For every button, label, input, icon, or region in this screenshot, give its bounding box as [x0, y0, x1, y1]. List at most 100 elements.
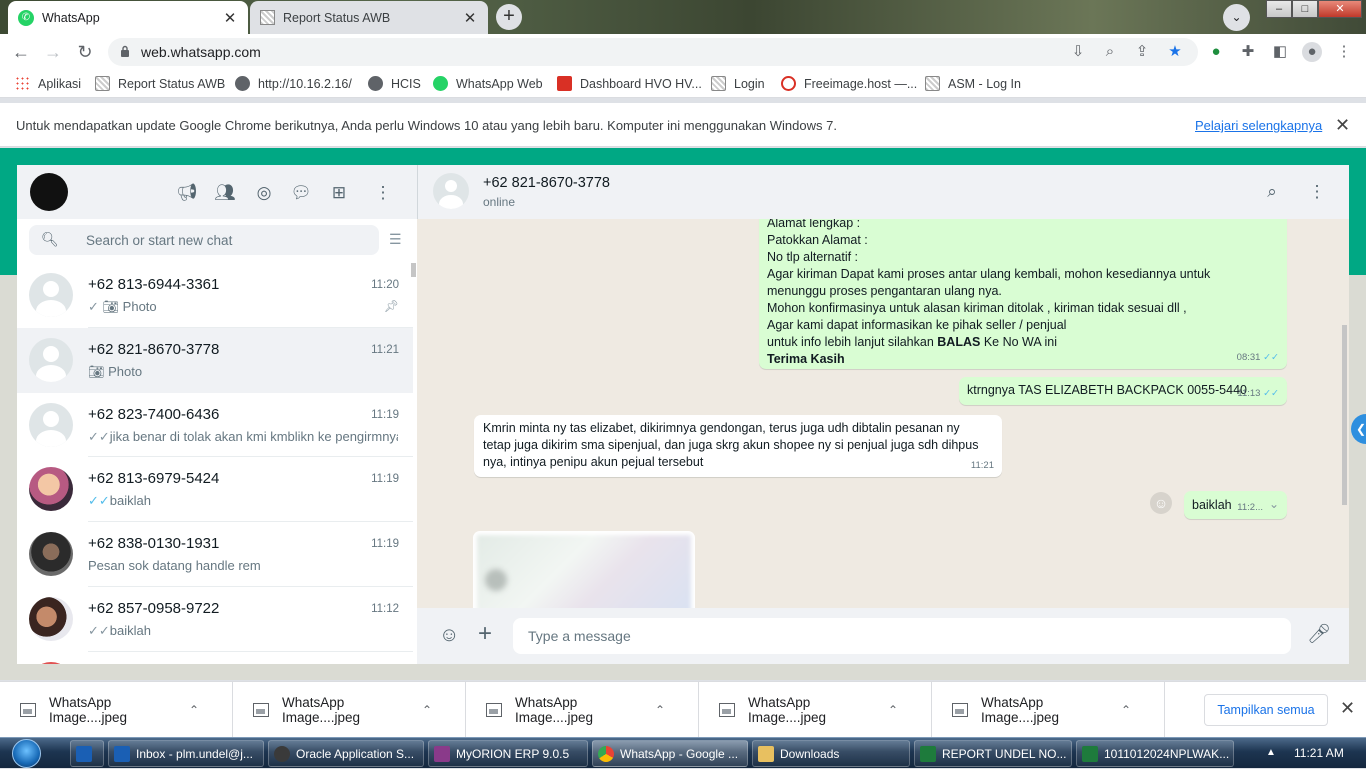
communities-icon[interactable]: 👥︎: [214, 182, 236, 204]
tab-whatsapp[interactable]: ✆ WhatsApp ✕: [8, 1, 248, 34]
react-emoji-icon[interactable]: ☺: [1150, 492, 1172, 514]
install-app-icon[interactable]: ⇩: [1068, 42, 1088, 62]
status-icon[interactable]: ◎: [253, 182, 275, 204]
chat-list-scrollbar[interactable]: [411, 263, 416, 277]
outgoing-message[interactable]: Alamat lengkap : Patokkan Alamat : No tl…: [759, 219, 1287, 369]
taskbar-item[interactable]: 1011012024NPLWAK...: [1076, 740, 1234, 767]
chat-item-partial[interactable]: [17, 651, 413, 664]
bookmark-apps[interactable]: Aplikasi: [15, 76, 81, 91]
download-item[interactable]: WhatsApp Image....jpeg ⌃: [932, 682, 1165, 738]
incoming-message[interactable]: Kmrin minta ny tas elizabet, dikirimnya …: [474, 415, 1002, 477]
my-profile-avatar[interactable]: [30, 173, 68, 211]
microphone-icon[interactable]: 🎤︎: [1307, 622, 1331, 646]
chrome-menu-icon[interactable]: ⋮: [1334, 42, 1354, 62]
search-icon[interactable]: ⌕: [1261, 181, 1283, 203]
chat-item[interactable]: +62 823-7400-6436 11:19 ✓✓jika benar di …: [17, 392, 413, 458]
minimize-button[interactable]: –: [1266, 0, 1292, 18]
back-arrow-icon[interactable]: ←: [9, 40, 33, 64]
bookmark-dashboard-hvo[interactable]: Dashboard HVO HV...: [557, 76, 702, 91]
zoom-icon[interactable]: ⌕: [1100, 42, 1120, 62]
download-item[interactable]: WhatsApp Image....jpeg ⌃: [699, 682, 932, 738]
taskbar-item[interactable]: MyORION ERP 9.0.5: [428, 740, 588, 767]
message-menu-chevron-icon[interactable]: ⌄: [1269, 496, 1279, 513]
close-downloads-icon[interactable]: ✕: [1340, 698, 1355, 719]
bookmark-asm-login[interactable]: ASM - Log In: [925, 76, 1021, 91]
bookmark-report-status-awb[interactable]: Report Status AWB: [95, 76, 225, 91]
bookmark-freeimage[interactable]: Freeimage.host —...: [781, 76, 917, 91]
outgoing-message[interactable]: ktrngnya TAS ELIZABETH BACKPACK 0055-544…: [959, 377, 1287, 405]
close-info-bar-icon[interactable]: ✕: [1335, 115, 1350, 136]
url-text: web.whatsapp.com: [141, 44, 261, 60]
share-icon[interactable]: ⇪: [1132, 42, 1152, 62]
download-item[interactable]: WhatsApp Image....jpeg ⌃: [0, 682, 233, 738]
megaphone-icon[interactable]: 📢︎: [176, 182, 198, 204]
clock[interactable]: 11:21 AM: [1294, 746, 1344, 760]
tab-search-chevron-icon[interactable]: ⌄: [1223, 4, 1250, 31]
start-button[interactable]: [4, 738, 46, 769]
chevron-up-icon[interactable]: ⌃: [189, 703, 199, 717]
bookmark-whatsapp-web[interactable]: WhatsApp Web: [433, 76, 543, 91]
side-panel-icon[interactable]: ◧: [1270, 42, 1290, 62]
taskbar-item[interactable]: Oracle Application S...: [268, 740, 424, 767]
bookmark-hcis[interactable]: HCIS: [368, 76, 421, 91]
chevron-up-icon[interactable]: ⌃: [888, 703, 898, 717]
globe-icon: [235, 76, 250, 91]
filter-icon[interactable]: ☰: [389, 231, 402, 248]
bookmark-label: Login: [734, 76, 765, 91]
chat-item[interactable]: +62 857-0958-9722 11:12 ✓✓baiklah: [17, 586, 413, 652]
chevron-up-icon[interactable]: ⌃: [655, 703, 665, 717]
taskbar-pinned-outlook[interactable]: [70, 740, 104, 767]
outgoing-message[interactable]: baiklah 11:2... ⌄: [1184, 491, 1287, 519]
bookmark-star-icon[interactable]: ★: [1165, 42, 1185, 62]
channels-icon[interactable]: 💬︎: [290, 182, 312, 204]
chevron-up-icon[interactable]: ⌃: [422, 703, 432, 717]
reload-icon[interactable]: ↻: [73, 40, 97, 64]
extensions-puzzle-icon[interactable]: ✚: [1238, 42, 1258, 62]
message-input[interactable]: [513, 618, 1291, 654]
bookmark-login[interactable]: Login: [711, 76, 765, 91]
address-bar[interactable]: web.whatsapp.com ⇩ ⌕ ⇪ ★: [108, 38, 1198, 66]
message-scrollbar[interactable]: [1342, 325, 1347, 505]
taskbar-item[interactable]: Downloads: [752, 740, 910, 767]
download-item[interactable]: WhatsApp Image....jpeg ⌃: [233, 682, 466, 738]
new-chat-icon[interactable]: ⊞: [328, 182, 350, 204]
bookmark-ip-address[interactable]: http://10.16.2.16/: [235, 76, 352, 91]
outlook-icon: [114, 745, 130, 762]
learn-more-link[interactable]: Pelajari selengkapnya: [1195, 118, 1322, 133]
new-tab-button[interactable]: +: [496, 4, 522, 30]
tab-close-icon[interactable]: ✕: [222, 9, 238, 27]
search-input[interactable]: [86, 225, 366, 255]
close-window-button[interactable]: ✕: [1318, 0, 1362, 18]
search-box[interactable]: 🔍︎: [29, 225, 379, 255]
maximize-button[interactable]: □: [1292, 0, 1318, 18]
message-time: 11:21: [970, 460, 994, 471]
chat-item[interactable]: +62 838-0130-1931 11:19 Pesan sok datang…: [17, 522, 413, 587]
image-message[interactable]: [473, 531, 695, 608]
download-item[interactable]: WhatsApp Image....jpeg ⌃: [466, 682, 699, 738]
attach-plus-icon[interactable]: +: [478, 620, 492, 648]
reply-bold: BALAS: [937, 335, 981, 349]
chat-item[interactable]: +62 813-6979-5424 11:19 ✓✓baiklah: [17, 457, 413, 523]
menu-icon[interactable]: ⋮: [372, 182, 394, 204]
forward-arrow-icon[interactable]: →: [41, 40, 65, 64]
chevron-up-icon[interactable]: ⌃: [1121, 703, 1131, 717]
tab-close-icon[interactable]: ✕: [462, 9, 478, 27]
profile-avatar-icon[interactable]: ●: [1302, 42, 1322, 62]
conversation-header[interactable]: +62 821-8670-3778 online ⌕ ⋮: [417, 165, 1349, 219]
show-all-downloads-button[interactable]: Tampilkan semua: [1204, 694, 1328, 726]
chat-item-selected[interactable]: +62 821-8670-3778 11:21 📷︎ Photo: [17, 327, 413, 393]
taskbar-item[interactable]: REPORT UNDEL NO...: [914, 740, 1072, 767]
message-line: Mohon konfirmasinya untuk alasan kiriman…: [767, 301, 1187, 315]
tab-report-status-awb[interactable]: Report Status AWB ✕: [250, 1, 488, 34]
tray-expand-icon[interactable]: ▲: [1266, 747, 1276, 758]
contact-avatar-icon[interactable]: [433, 173, 469, 209]
taskbar-item[interactable]: Inbox - plm.undel@j...: [108, 740, 264, 767]
chat-item[interactable]: +62 813-6944-3361 11:20 ✓ 📷︎ Photo 📌︎: [17, 263, 413, 328]
bookmark-label: Dashboard HVO HV...: [580, 76, 702, 91]
message-meta: 11:13 ✓✓: [1237, 385, 1279, 402]
chat-time: 11:19: [371, 408, 399, 421]
emoji-icon[interactable]: ☺: [439, 624, 459, 647]
taskbar-item-active[interactable]: WhatsApp - Google ...: [592, 740, 748, 767]
extension-whatsapp-icon[interactable]: ●: [1206, 42, 1226, 62]
menu-icon[interactable]: ⋮: [1306, 181, 1328, 203]
